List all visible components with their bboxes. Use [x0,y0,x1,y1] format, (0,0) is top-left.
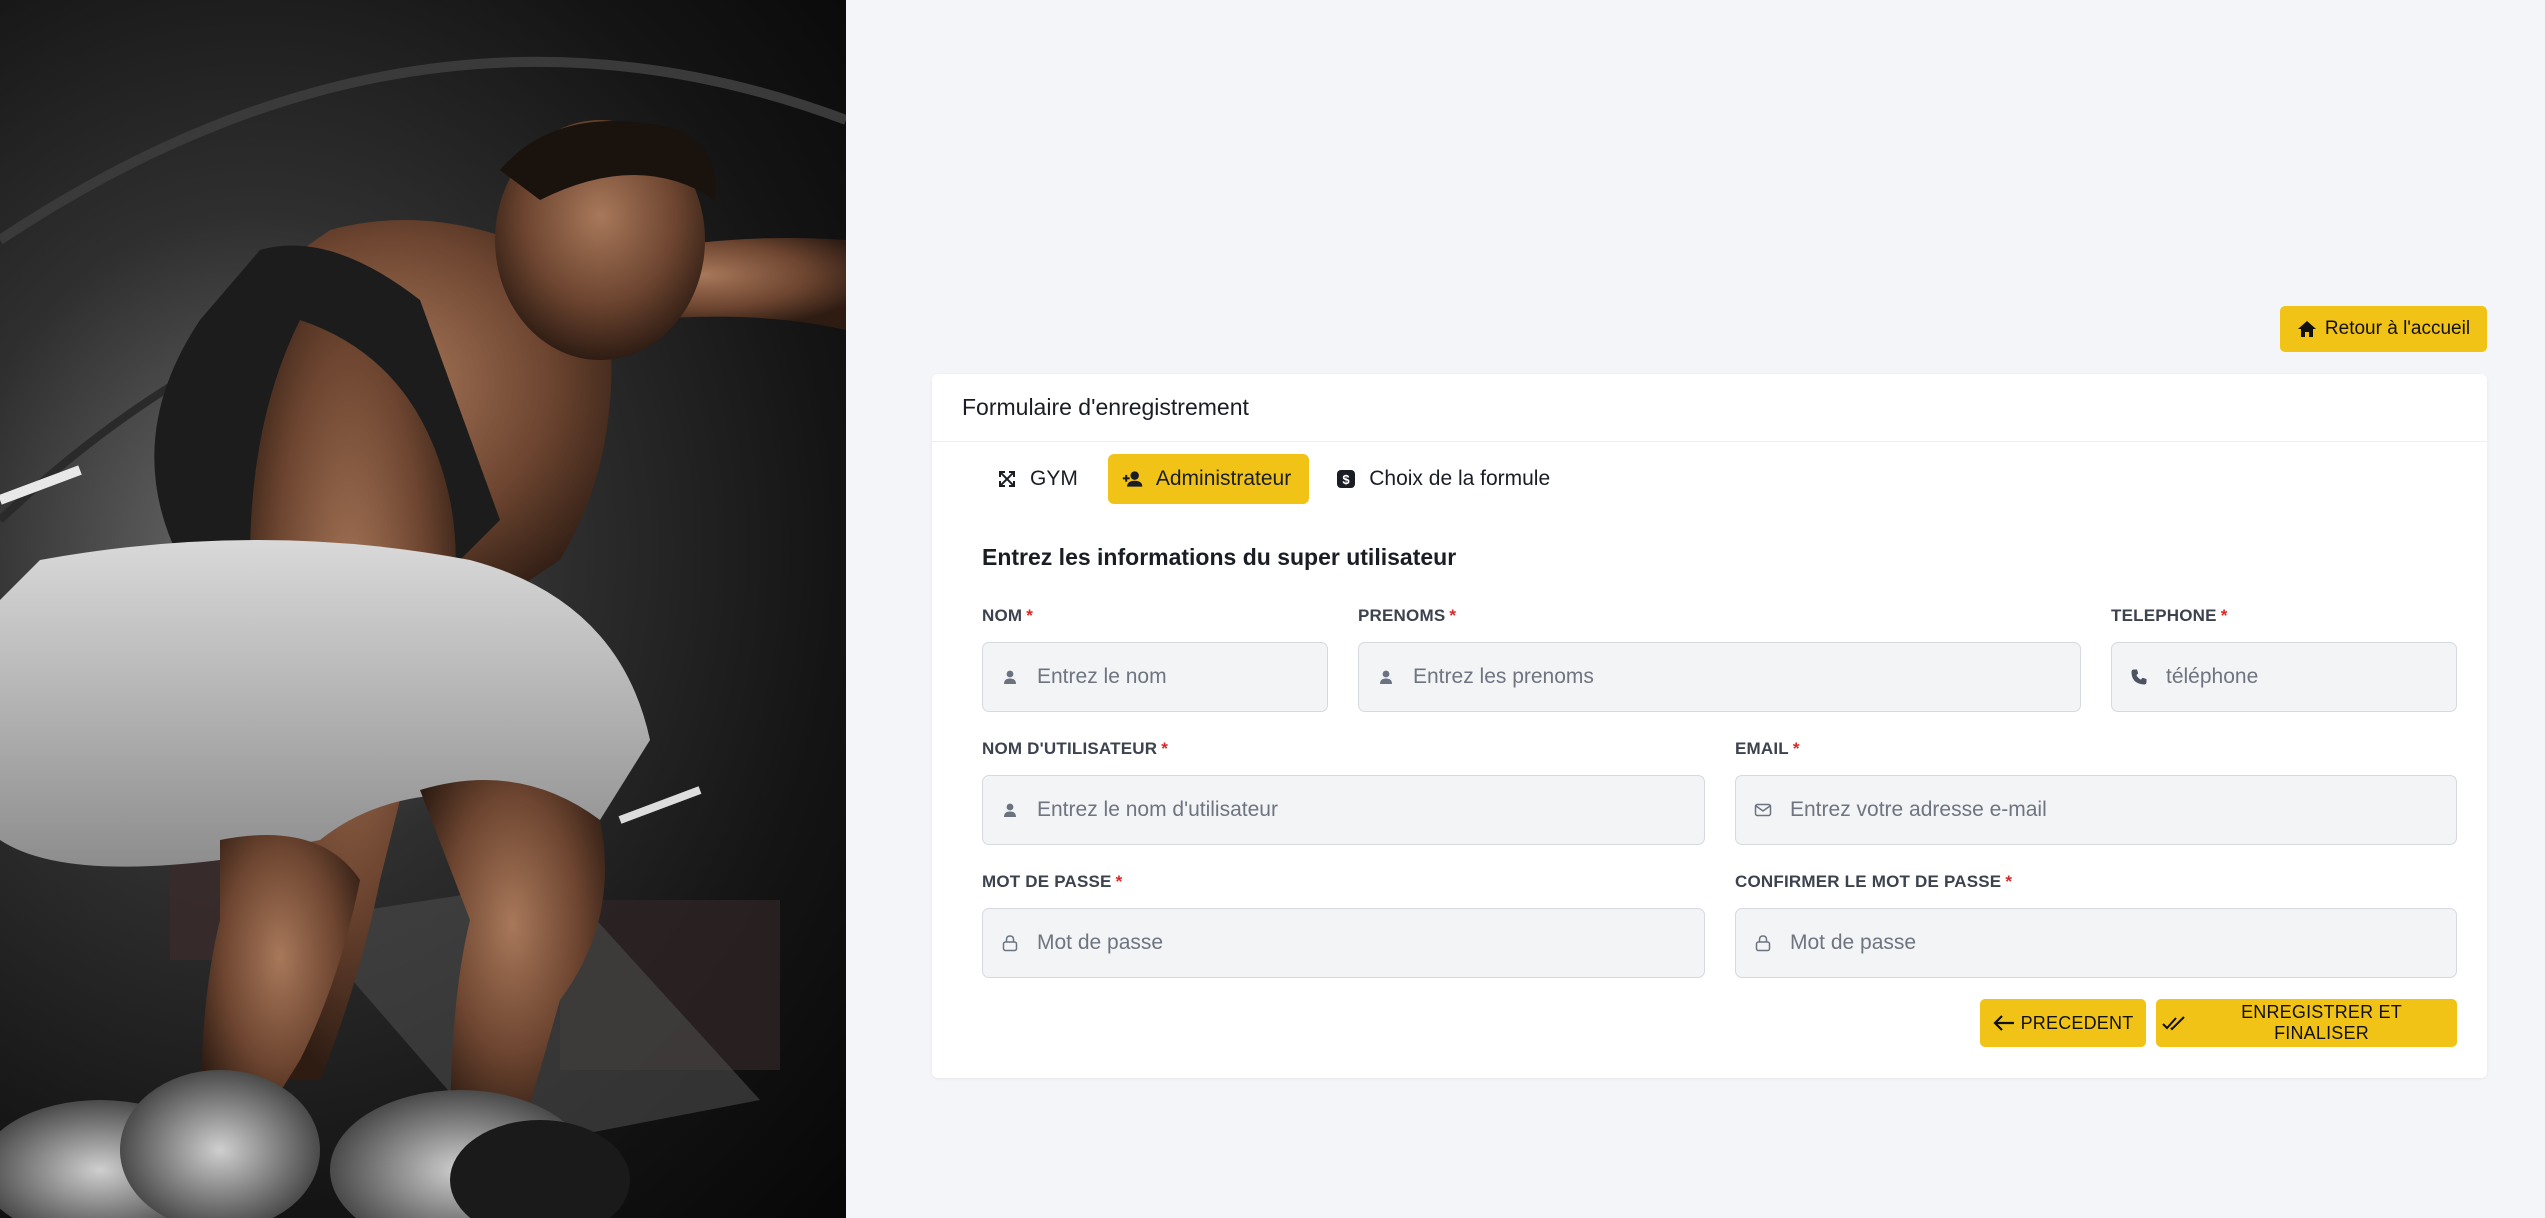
expand-arrows-icon [996,468,1018,490]
registration-card: Formulaire d'enregistrement GYM Administ… [932,374,2487,1078]
prenoms-label: PRENOMS [1358,606,1446,625]
username-field: NOM D'UTILISATEUR * [982,739,1705,845]
user-icon [1001,668,1019,686]
password-label: MOT DE PASSE [982,872,1112,891]
section-title: Entrez les informations du super utilisa… [982,544,1457,570]
required-marker: * [1161,739,1169,758]
nom-input[interactable] [1035,664,1327,690]
finish-button[interactable]: ENREGISTRER ET FINALISER [2156,999,2457,1047]
hero-image [0,0,846,1218]
prenoms-input[interactable] [1411,664,2080,690]
username-label: NOM D'UTILISATEUR [982,739,1158,758]
tab-gym-label: GYM [1030,467,1078,490]
mail-icon [1754,801,1772,819]
step-tabs: GYM Administrateur $ Choix de la formule [982,454,1568,504]
required-marker: * [2005,872,2013,891]
required-marker: * [1115,872,1123,891]
tab-administrateur[interactable]: Administrateur [1107,454,1310,504]
double-check-icon [2162,1014,2186,1032]
telephone-label: TELEPHONE [2111,606,2217,625]
email-input[interactable] [1788,797,2456,823]
finish-button-label: ENREGISTRER ET FINALISER [2241,1002,2402,1043]
tab-choix-formule[interactable]: $ Choix de la formule [1321,454,1568,504]
svg-text:$: $ [1343,472,1351,487]
tab-gym[interactable]: GYM [982,454,1096,504]
nom-label: NOM [982,606,1023,625]
previous-button[interactable]: PRECEDENT [1980,999,2146,1047]
home-button[interactable]: Retour à l'accueil [2280,306,2487,352]
user-add-icon [1122,468,1144,490]
lock-icon [1754,934,1772,952]
required-marker: * [1792,739,1800,758]
previous-button-label: PRECEDENT [2020,1012,2134,1033]
arrow-left-icon [1993,1014,2015,1032]
confirm-password-input[interactable] [1788,930,2456,956]
user-icon [1001,801,1019,819]
user-icon [1377,668,1395,686]
confirm-password-label: CONFIRMER LE MOT DE PASSE [1735,872,2002,891]
dollar-icon: $ [1335,468,1357,490]
email-field: EMAIL * [1735,739,2457,845]
confirm-password-field: CONFIRMER LE MOT DE PASSE * [1735,872,2457,978]
telephone-input[interactable] [2164,664,2456,690]
prenoms-field: PRENOMS * [1358,606,2081,712]
telephone-field: TELEPHONE * [2111,606,2457,712]
required-marker: * [1026,606,1034,625]
phone-icon [2130,668,2148,686]
tab-choix-formule-label: Choix de la formule [1369,467,1551,490]
nom-field: NOM * [982,606,1328,712]
email-label: EMAIL [1735,739,1789,758]
password-field: MOT DE PASSE * [982,872,1705,978]
required-marker: * [1449,606,1457,625]
tab-administrateur-label: Administrateur [1155,467,1292,490]
required-marker: * [2220,606,2228,625]
lock-icon [1001,934,1019,952]
username-input[interactable] [1035,797,1704,823]
card-title: Formulaire d'enregistrement [932,374,2487,442]
home-button-label: Retour à l'accueil [2324,318,2471,339]
home-icon [2297,319,2317,339]
password-input[interactable] [1035,930,1704,956]
gym-athlete-photo [0,56,846,1218]
